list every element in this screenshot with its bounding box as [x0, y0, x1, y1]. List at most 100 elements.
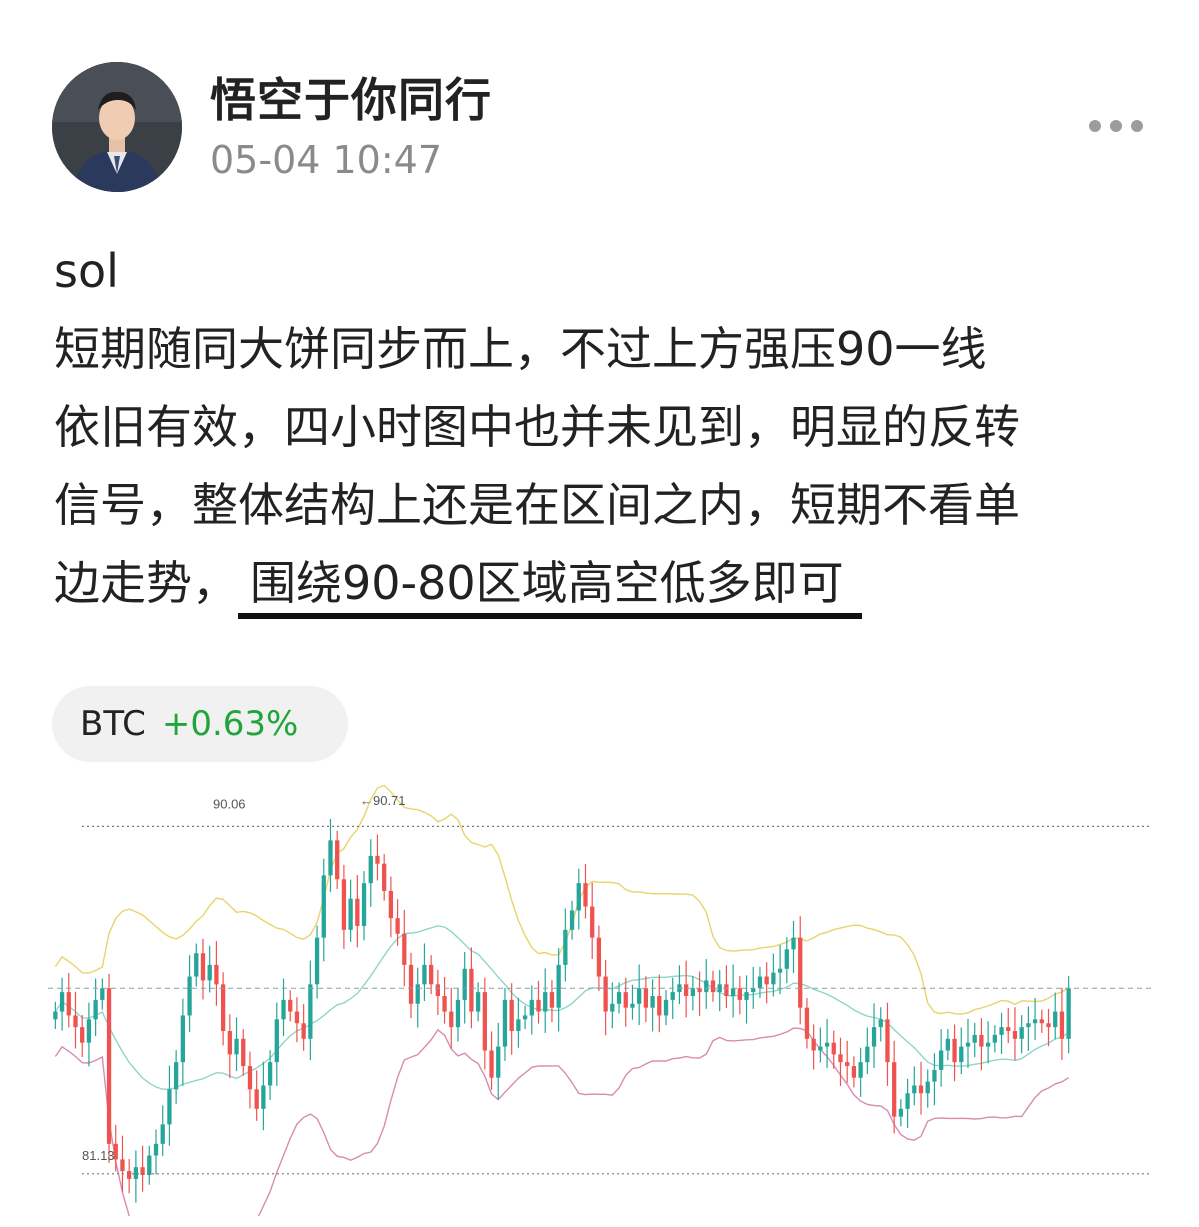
candle-body — [86, 1019, 92, 1043]
candle-body — [106, 988, 112, 1144]
post-body: sol 短期随同大饼同步而上，不过上方强压90一线 依旧有效，四小时图中也并未见… — [54, 232, 1164, 622]
candle-body — [428, 964, 434, 985]
candle-body — [952, 1038, 957, 1063]
ticker-chip[interactable]: BTC +0.63% — [52, 686, 348, 762]
candle-body — [536, 999, 541, 1012]
candle-body — [663, 999, 669, 1016]
candle-body — [348, 898, 353, 930]
candle-body — [455, 999, 461, 1028]
candle-body — [254, 1089, 259, 1109]
candle-body — [408, 964, 414, 1004]
candlestick-chart: 90.06 81.13 ←90.71 — [48, 784, 1152, 1216]
candle-body — [972, 1034, 977, 1043]
candle-body — [791, 937, 796, 950]
more-dot-icon — [1110, 120, 1122, 132]
candle-body — [569, 910, 575, 930]
candle-body — [590, 906, 595, 938]
candle-body — [878, 1019, 883, 1028]
candle-body — [133, 1167, 139, 1179]
candle-body — [368, 855, 373, 884]
candle-body — [704, 980, 709, 993]
candle-body — [220, 984, 226, 1032]
candle-body — [610, 1003, 615, 1012]
candle-body — [147, 1155, 152, 1175]
candle-body — [227, 1031, 232, 1055]
candle-body — [200, 953, 206, 981]
candle-body — [462, 968, 467, 1000]
candle-body — [690, 988, 696, 996]
ticker-symbol: BTC — [80, 704, 146, 744]
candle-body — [845, 1062, 850, 1067]
candle-body — [288, 999, 293, 1012]
candle-body — [959, 1046, 964, 1063]
candle-body — [851, 1066, 857, 1078]
candle-body — [1032, 1019, 1038, 1024]
candle-body — [127, 1171, 132, 1179]
candle-body — [871, 1027, 877, 1047]
candle-body — [395, 918, 400, 934]
post-timestamp: 05-04 10:47 — [210, 138, 443, 182]
candle-body — [918, 1085, 924, 1094]
candle-body — [241, 1038, 246, 1067]
candle-body — [818, 1046, 823, 1051]
candle-body — [757, 976, 763, 989]
candle-body — [1019, 1027, 1024, 1039]
author-name[interactable]: 悟空于你同行 — [210, 64, 492, 130]
candle-body — [985, 1042, 991, 1047]
candle-body — [771, 972, 776, 985]
candle-body — [1053, 1011, 1058, 1028]
candle-body — [784, 949, 789, 969]
post-text-plain: 边走势， — [54, 556, 238, 610]
candle-body — [1059, 1011, 1065, 1039]
candle-body — [724, 984, 729, 996]
post-line: 短期随同大饼同步而上，不过上方强压90一线 — [54, 322, 987, 376]
candle-body — [556, 964, 561, 1008]
candle-body — [992, 1034, 997, 1043]
candle-body — [657, 996, 662, 1016]
candle-body — [549, 992, 555, 1008]
candle-body — [596, 937, 602, 977]
candle-body — [938, 1050, 944, 1070]
candle-body — [489, 1050, 494, 1078]
candle-body — [529, 999, 534, 1016]
candle-body — [543, 992, 548, 1012]
more-options-button[interactable] — [1076, 108, 1156, 144]
candle-body — [100, 988, 105, 1000]
candle-body — [194, 953, 199, 977]
candle-body — [415, 984, 420, 1004]
candle-body — [335, 840, 340, 880]
candle-body — [475, 992, 481, 1012]
post-line: 依旧有效，四小时图中也并未见到，明显的反转 — [54, 400, 1020, 454]
candle-body — [469, 968, 474, 1012]
candle-body — [583, 883, 588, 907]
candle-body — [301, 1023, 306, 1039]
candle-body — [73, 1015, 78, 1028]
candle-body — [173, 1062, 179, 1090]
candle-body — [442, 996, 447, 1012]
candle-body — [831, 1042, 836, 1055]
candle-body — [207, 964, 212, 981]
candle-body — [328, 840, 333, 876]
candle-body — [308, 984, 313, 1039]
candle-body — [53, 1011, 58, 1020]
candle-body — [382, 863, 387, 891]
candle-body — [1012, 1031, 1018, 1039]
candle-body — [576, 883, 581, 911]
candle-body — [710, 980, 716, 993]
avatar[interactable] — [52, 62, 182, 192]
avatar-image — [52, 62, 182, 192]
candle-body — [979, 1034, 984, 1047]
candle-body — [563, 929, 568, 965]
candle-body — [402, 933, 407, 965]
candle-body — [59, 992, 65, 1012]
candle-body — [361, 883, 367, 926]
candle-body — [1006, 1027, 1011, 1032]
candle-body — [214, 964, 219, 985]
candle-body — [1026, 1023, 1031, 1028]
candle-body — [261, 1085, 266, 1109]
support-label: 81.13 — [82, 1148, 115, 1163]
candle-body — [905, 1093, 910, 1109]
candle-body — [1066, 988, 1071, 1039]
candle-body — [811, 1038, 816, 1051]
candle-body — [187, 976, 192, 1016]
